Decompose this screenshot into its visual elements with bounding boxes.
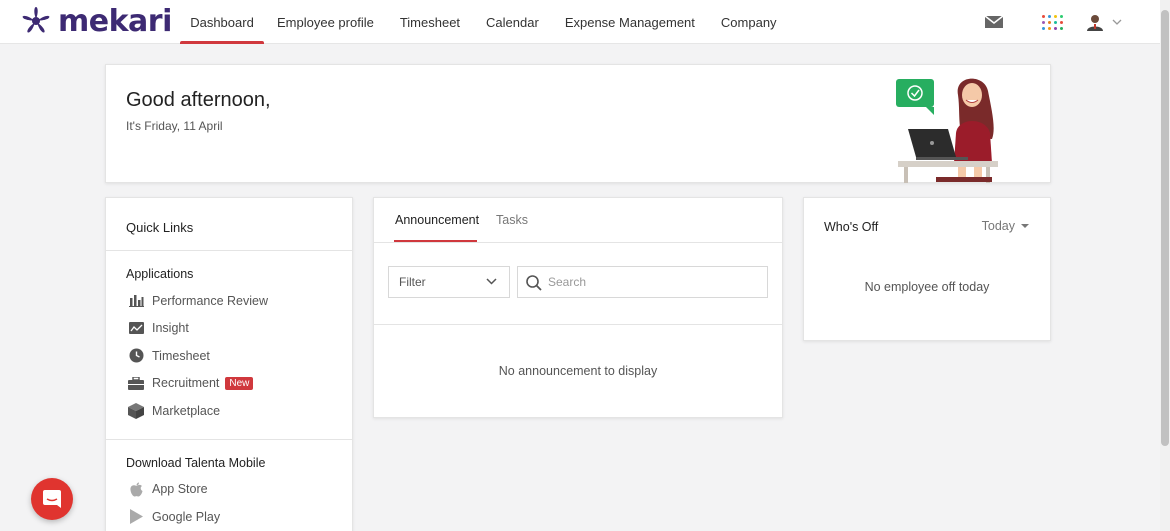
top-navigation-bar: mekari Dashboard Employee profile Timesh… — [0, 0, 1160, 44]
search-icon — [526, 275, 542, 291]
search-box[interactable] — [517, 266, 768, 298]
link-label: Insight — [152, 321, 189, 336]
working-woman-illustration — [896, 78, 998, 183]
link-label: Performance Review — [152, 293, 269, 308]
announcement-filters: Filter — [374, 243, 782, 325]
announcement-tabs: Announcement Tasks — [374, 198, 782, 243]
quick-links-card: Quick Links Applications Performance Rev… — [105, 197, 353, 531]
nav-company[interactable]: Company — [708, 0, 790, 44]
link-label: Google Play — [152, 509, 221, 524]
clock-icon — [127, 348, 145, 364]
nav-timesheet[interactable]: Timesheet — [387, 0, 473, 44]
user-avatar-icon — [1087, 15, 1103, 31]
filter-label: Filter — [399, 275, 426, 289]
link-label: Marketplace — [152, 403, 221, 418]
scrollbar-thumb[interactable] — [1161, 10, 1169, 446]
cube-icon — [127, 402, 145, 419]
nav-dashboard[interactable]: Dashboard — [180, 0, 264, 44]
period-label: Today — [981, 219, 1015, 233]
active-tab-indicator — [394, 240, 477, 242]
quick-links-title: Quick Links — [106, 198, 352, 251]
greeting-date: It's Friday, 11 April — [126, 119, 223, 133]
chevron-down-icon — [1112, 19, 1122, 25]
nav-calendar[interactable]: Calendar — [473, 0, 552, 44]
link-label: Timesheet — [152, 348, 210, 363]
main-nav: Dashboard Employee profile Timesheet Cal… — [180, 0, 790, 44]
user-menu[interactable] — [1086, 0, 1122, 44]
play-icon — [127, 509, 145, 525]
mekari-logo[interactable]: mekari — [20, 3, 172, 39]
greeting-card: Good afternoon, It's Friday, 11 April — [105, 64, 1051, 183]
tab-tasks[interactable]: Tasks — [496, 213, 528, 227]
mail-icon — [984, 15, 1004, 28]
announcement-empty-message: No announcement to display — [498, 364, 658, 378]
bar-chart-icon — [127, 293, 145, 309]
announcement-card: Announcement Tasks Filter No announcemen… — [373, 197, 783, 418]
page-scrollbar[interactable] — [1160, 0, 1170, 531]
link-marketplace[interactable]: Marketplace — [106, 397, 352, 425]
nav-employee-profile[interactable]: Employee profile — [264, 0, 387, 44]
chat-icon — [43, 490, 61, 508]
period-dropdown[interactable]: Today — [982, 219, 1029, 233]
link-performance-review[interactable]: Performance Review — [106, 287, 352, 315]
link-label: Recruitment — [152, 376, 220, 391]
greeting-title: Good afternoon, — [126, 89, 271, 111]
link-app-store[interactable]: App Store — [106, 476, 352, 504]
mekari-logo-icon — [22, 7, 50, 33]
tab-announcement[interactable]: Announcement — [395, 213, 479, 227]
briefcase-icon — [127, 375, 145, 391]
insight-icon — [127, 320, 145, 336]
search-input[interactable] — [548, 275, 748, 289]
apple-icon — [127, 481, 145, 497]
link-recruitment[interactable]: Recruitment New — [106, 370, 352, 398]
apps-grid-icon — [1042, 14, 1063, 30]
chevron-down-icon — [486, 278, 497, 285]
link-google-play[interactable]: Google Play — [106, 503, 352, 531]
chat-support-button[interactable] — [31, 478, 73, 520]
link-timesheet[interactable]: Timesheet — [106, 342, 352, 370]
mail-button[interactable] — [984, 0, 1004, 44]
applications-title: Applications — [126, 267, 194, 281]
download-title: Download Talenta Mobile — [126, 455, 266, 470]
nav-expense-management[interactable]: Expense Management — [552, 0, 708, 44]
whos-off-card: Who's Off Today No employee off today — [803, 197, 1051, 341]
link-label: App Store — [152, 482, 208, 497]
whos-off-title: Who's Off — [824, 220, 879, 234]
whos-off-empty-message: No employee off today — [864, 280, 990, 294]
link-insight[interactable]: Insight — [106, 315, 352, 343]
caret-down-icon — [1021, 224, 1029, 228]
apps-grid-button[interactable] — [1042, 0, 1063, 44]
new-badge: New — [225, 376, 254, 390]
filter-dropdown[interactable]: Filter — [388, 266, 510, 298]
brand-name: mekari — [58, 3, 172, 39]
